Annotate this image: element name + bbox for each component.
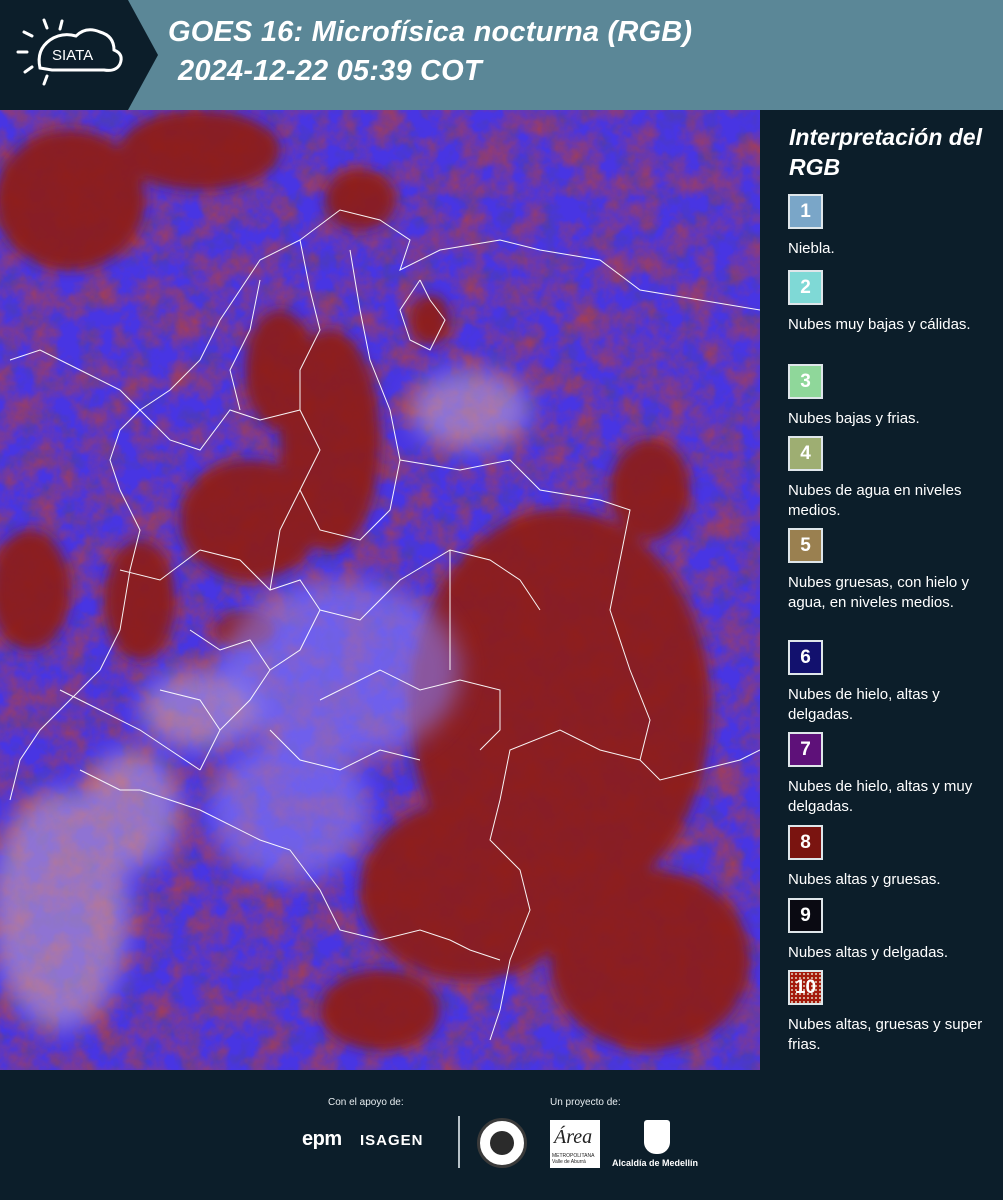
legend-desc: Nubes altas, gruesas y super frias.	[788, 1016, 983, 1053]
legend-item-1: 1 Niebla.	[788, 194, 998, 259]
legend-swatch: 8	[788, 825, 823, 860]
header-bar: SIATA GOES 16: Microfísica nocturna (RGB…	[0, 0, 1003, 110]
satellite-rgb-image	[0, 110, 760, 1070]
legend-swatch: 10	[788, 970, 823, 1005]
legend-item-2: 2 Nubes muy bajas y cálidas.	[788, 270, 998, 335]
legend-desc: Nubes de hielo, altas y delgadas.	[788, 686, 940, 723]
legend-item-9: 9 Nubes altas y delgadas.	[788, 898, 998, 963]
isagen-logo: ISAGEN	[360, 1132, 424, 1149]
legend-item-6: 6 Nubes de hielo, altas y delgadas.	[788, 640, 998, 725]
legend-panel: Interpretación del RGB 1 Niebla. 2 Nubes…	[760, 110, 1003, 1070]
legend-desc: Nubes bajas y frias.	[788, 410, 920, 427]
legend-swatch: 7	[788, 732, 823, 767]
siata-logo-text: SIATA	[52, 47, 93, 64]
legend-swatch: 1	[788, 194, 823, 229]
legend-desc: Nubes muy bajas y cálidas.	[788, 316, 971, 333]
legend-swatch: 6	[788, 640, 823, 675]
legend-desc: Nubes gruesas, con hielo y agua, en nive…	[788, 574, 969, 611]
legend-swatch: 5	[788, 528, 823, 563]
page-title: GOES 16: Microfísica nocturna (RGB)	[168, 16, 693, 48]
legend-item-8: 8 Nubes altas y gruesas.	[788, 825, 998, 890]
legend-desc: Niebla.	[788, 240, 835, 257]
seal-logo	[477, 1118, 527, 1168]
siata-logo: SIATA	[0, 0, 160, 110]
legend-desc: Nubes de hielo, altas y muy delgadas.	[788, 778, 973, 815]
area-metropolitana-logo: Área METROPOLITANA Valle de Aburrá	[550, 1120, 600, 1168]
legend-title: Interpretación del RGB	[789, 124, 982, 180]
timestamp: 2024-12-22 05:39 COT	[178, 55, 482, 87]
legend-item-5: 5 Nubes gruesas, con hielo y agua, en ni…	[788, 528, 998, 613]
medellin-shield-icon	[644, 1120, 670, 1154]
legend-desc: Nubes altas y delgadas.	[788, 944, 949, 961]
project-label: Un proyecto de:	[550, 1097, 621, 1108]
epm-logo: epm	[302, 1128, 342, 1150]
alcaldia-logo-text: Alcaldía de Medellín	[612, 1158, 699, 1168]
support-label: Con el apoyo de:	[328, 1097, 404, 1108]
legend-desc: Nubes de agua en niveles medios.	[788, 482, 962, 519]
legend-swatch: 2	[788, 270, 823, 305]
legend-swatch: 4	[788, 436, 823, 471]
legend-item-10: 10 Nubes altas, gruesas y super frias.	[788, 970, 998, 1055]
footer-divider	[458, 1116, 460, 1168]
legend-swatch: 3	[788, 364, 823, 399]
legend-item-7: 7 Nubes de hielo, altas y muy delgadas.	[788, 732, 998, 817]
legend-item-4: 4 Nubes de agua en niveles medios.	[788, 436, 998, 521]
footer: Con el apoyo de: Un proyecto de: epm ISA…	[0, 1070, 1003, 1200]
legend-item-3: 3 Nubes bajas y frias.	[788, 364, 998, 429]
legend-desc: Nubes altas y gruesas.	[788, 871, 941, 888]
legend-swatch: 9	[788, 898, 823, 933]
